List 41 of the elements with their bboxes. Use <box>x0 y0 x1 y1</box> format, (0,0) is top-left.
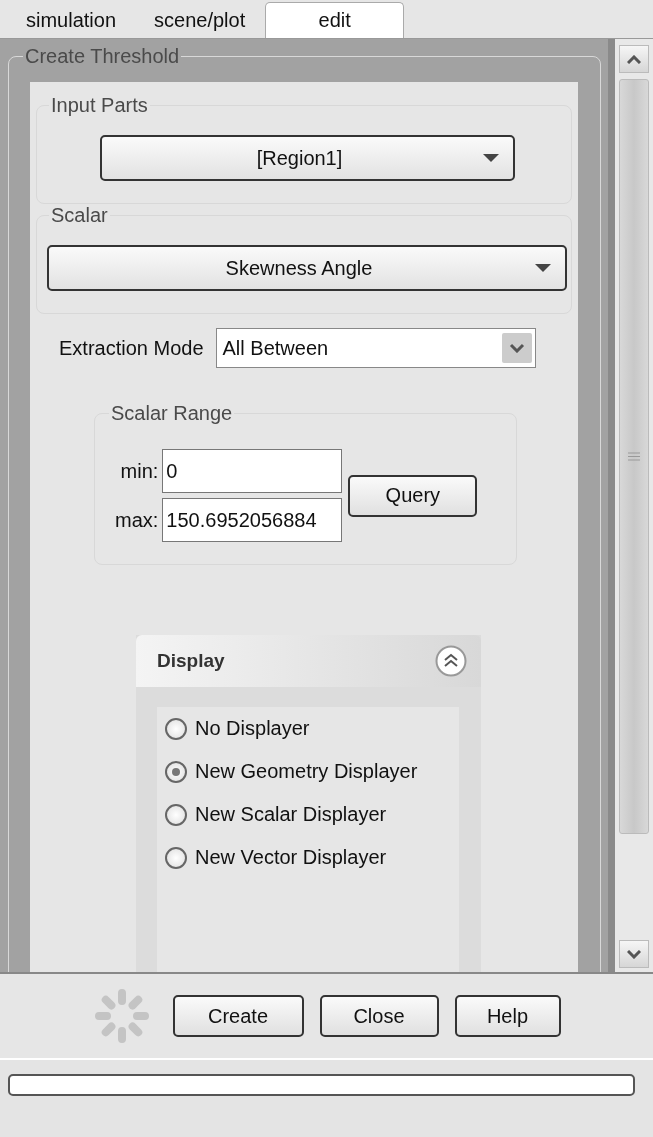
tab[interactable]: scene/plot <box>136 2 264 38</box>
caret-icon <box>483 154 499 162</box>
scroll-up-button[interactable] <box>619 45 649 73</box>
tab[interactable]: simulation <box>8 2 135 38</box>
field-label: max: <box>115 508 159 532</box>
dropdown-button[interactable]: Skewness Angle <box>47 245 567 291</box>
chevron-down-icon <box>627 949 641 959</box>
dialog-button[interactable]: Create <box>172 995 304 1037</box>
double-chevron-up-icon <box>435 645 467 677</box>
tab[interactable]: edit <box>265 2 405 38</box>
chevron-down-icon <box>508 343 525 353</box>
group-title: Create Threshold <box>24 45 181 68</box>
radio-button[interactable] <box>165 760 187 783</box>
field-label: Extraction Mode <box>59 336 204 360</box>
option-label[interactable]: No Displayer <box>195 717 310 740</box>
dropdown-arrow-button[interactable] <box>501 333 532 363</box>
group-title: Input Parts <box>50 94 149 117</box>
grip-icon <box>628 452 640 461</box>
spinner-icon <box>92 987 151 1045</box>
input-field[interactable]: 0 <box>162 449 343 493</box>
option-label[interactable]: New Scalar Displayer <box>195 803 387 826</box>
panel-title: Display <box>157 650 225 672</box>
dialog-button[interactable]: Help <box>454 995 561 1037</box>
chevron-up-icon <box>627 54 641 64</box>
radio-button[interactable] <box>165 846 187 869</box>
caret-icon <box>535 264 551 272</box>
radio-button[interactable] <box>165 803 187 826</box>
option-label[interactable]: New Geometry Displayer <box>195 760 418 783</box>
scrollbar-thumb[interactable] <box>619 79 649 834</box>
query-button[interactable]: Query <box>348 474 478 517</box>
scroll-down-button[interactable] <box>619 940 649 968</box>
field-label: min: <box>120 459 159 483</box>
dropdown-button[interactable]: [Region1] <box>100 135 515 181</box>
option-label[interactable]: New Vector Displayer <box>195 846 387 869</box>
radio-button[interactable] <box>165 717 187 740</box>
input-field[interactable]: 150.6952056884 <box>162 498 343 542</box>
combo-box[interactable]: All Between <box>215 328 536 368</box>
group-title: Scalar Range <box>110 402 234 425</box>
group-title: Scalar <box>50 204 109 227</box>
dialog-button[interactable]: Close <box>319 995 439 1037</box>
collapse-button[interactable] <box>435 645 467 677</box>
